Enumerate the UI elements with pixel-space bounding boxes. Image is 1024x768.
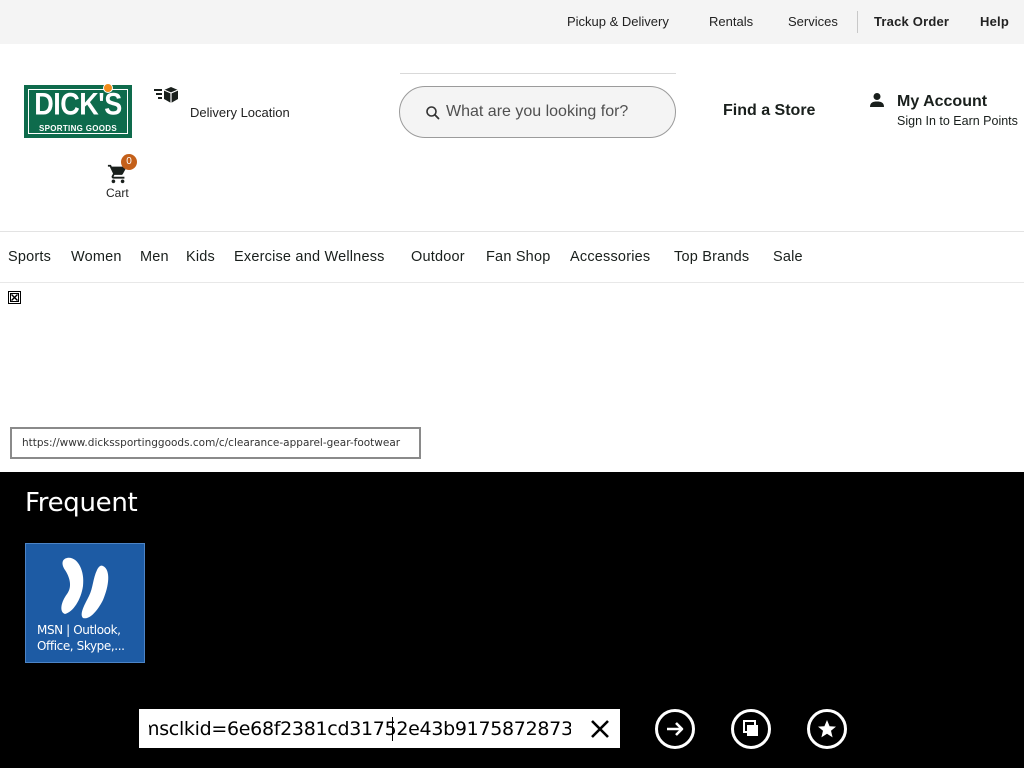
nav-item-accessories[interactable]: Accessories bbox=[570, 249, 650, 265]
search-icon[interactable] bbox=[425, 105, 441, 121]
go-arrow-icon bbox=[667, 722, 684, 736]
tabs-button[interactable] bbox=[731, 709, 771, 749]
nav-item-women[interactable]: Women bbox=[71, 249, 122, 265]
pickup-delivery-link[interactable]: Pickup & Delivery bbox=[567, 14, 669, 29]
favorites-button[interactable] bbox=[807, 709, 847, 749]
search-bar[interactable] bbox=[399, 86, 676, 138]
find-store-link[interactable]: Find a Store bbox=[723, 102, 815, 120]
favorites-star-icon bbox=[818, 720, 836, 738]
logo-basketball-icon bbox=[103, 83, 113, 93]
text-caret bbox=[392, 717, 393, 741]
tile-label: MSN | Outlook, Office, Skype,... bbox=[37, 623, 125, 653]
broken-image-icon bbox=[8, 291, 21, 304]
logo-wordmark: DICK'S bbox=[34, 86, 122, 122]
track-order-link[interactable]: Track Order bbox=[874, 14, 949, 29]
header-divider bbox=[0, 231, 1024, 232]
nav-item-outdoor[interactable]: Outdoor bbox=[411, 249, 465, 265]
account-subtitle[interactable]: Sign In to Earn Points bbox=[897, 114, 1018, 128]
nav-item-fan-shop[interactable]: Fan Shop bbox=[486, 249, 550, 265]
frequent-heading: Frequent bbox=[25, 488, 138, 518]
go-button[interactable] bbox=[655, 709, 695, 749]
ie-frequent-overlay: Frequent MSN | Outlook, Office, Skype,..… bbox=[0, 472, 1024, 768]
cart-label[interactable]: Cart bbox=[106, 186, 129, 200]
nav-item-men[interactable]: Men bbox=[140, 249, 169, 265]
search-input[interactable] bbox=[446, 99, 661, 125]
help-link[interactable]: Help bbox=[980, 14, 1009, 29]
dicks-logo[interactable]: DICK'S SPORTING GOODS bbox=[24, 83, 132, 138]
nav-item-top-brands[interactable]: Top Brands bbox=[674, 249, 749, 265]
address-bar[interactable]: msclkid=6e68f2381cd31752e43b91758728738d bbox=[139, 709, 620, 748]
cart-count-badge: 0 bbox=[121, 154, 137, 170]
rentals-link[interactable]: Rentals bbox=[709, 14, 753, 29]
clear-address-icon[interactable] bbox=[587, 716, 613, 742]
frequent-tile-msn[interactable]: MSN | Outlook, Office, Skype,... bbox=[25, 543, 145, 663]
logo-subtext: SPORTING GOODS bbox=[39, 124, 117, 133]
tabs-icon bbox=[743, 720, 758, 736]
services-link[interactable]: Services bbox=[788, 14, 838, 29]
delivery-truck-icon[interactable] bbox=[154, 86, 180, 104]
nav-item-exercise-wellness[interactable]: Exercise and Wellness bbox=[234, 249, 385, 265]
nav-divider bbox=[0, 282, 1024, 283]
msn-butterfly-icon bbox=[61, 557, 109, 619]
account-person-icon[interactable] bbox=[869, 92, 885, 108]
nav-item-sale[interactable]: Sale bbox=[773, 249, 803, 265]
address-input[interactable]: msclkid=6e68f2381cd31752e43b91758728738d bbox=[149, 709, 571, 748]
search-divider bbox=[400, 73, 676, 74]
address-text: msclkid=6e68f2381cd31752e43b91758728738d bbox=[149, 718, 571, 740]
my-account-link[interactable]: My Account bbox=[897, 93, 987, 111]
utility-divider bbox=[857, 11, 858, 33]
utility-bar: Pickup & Delivery Rentals Services Track… bbox=[0, 0, 1024, 44]
nav-item-kids[interactable]: Kids bbox=[186, 249, 215, 265]
delivery-location-link[interactable]: Delivery Location bbox=[190, 105, 290, 120]
link-hover-status-url: https://www.dickssportinggoods.com/c/cle… bbox=[10, 427, 421, 459]
nav-item-sports[interactable]: Sports bbox=[8, 249, 51, 265]
